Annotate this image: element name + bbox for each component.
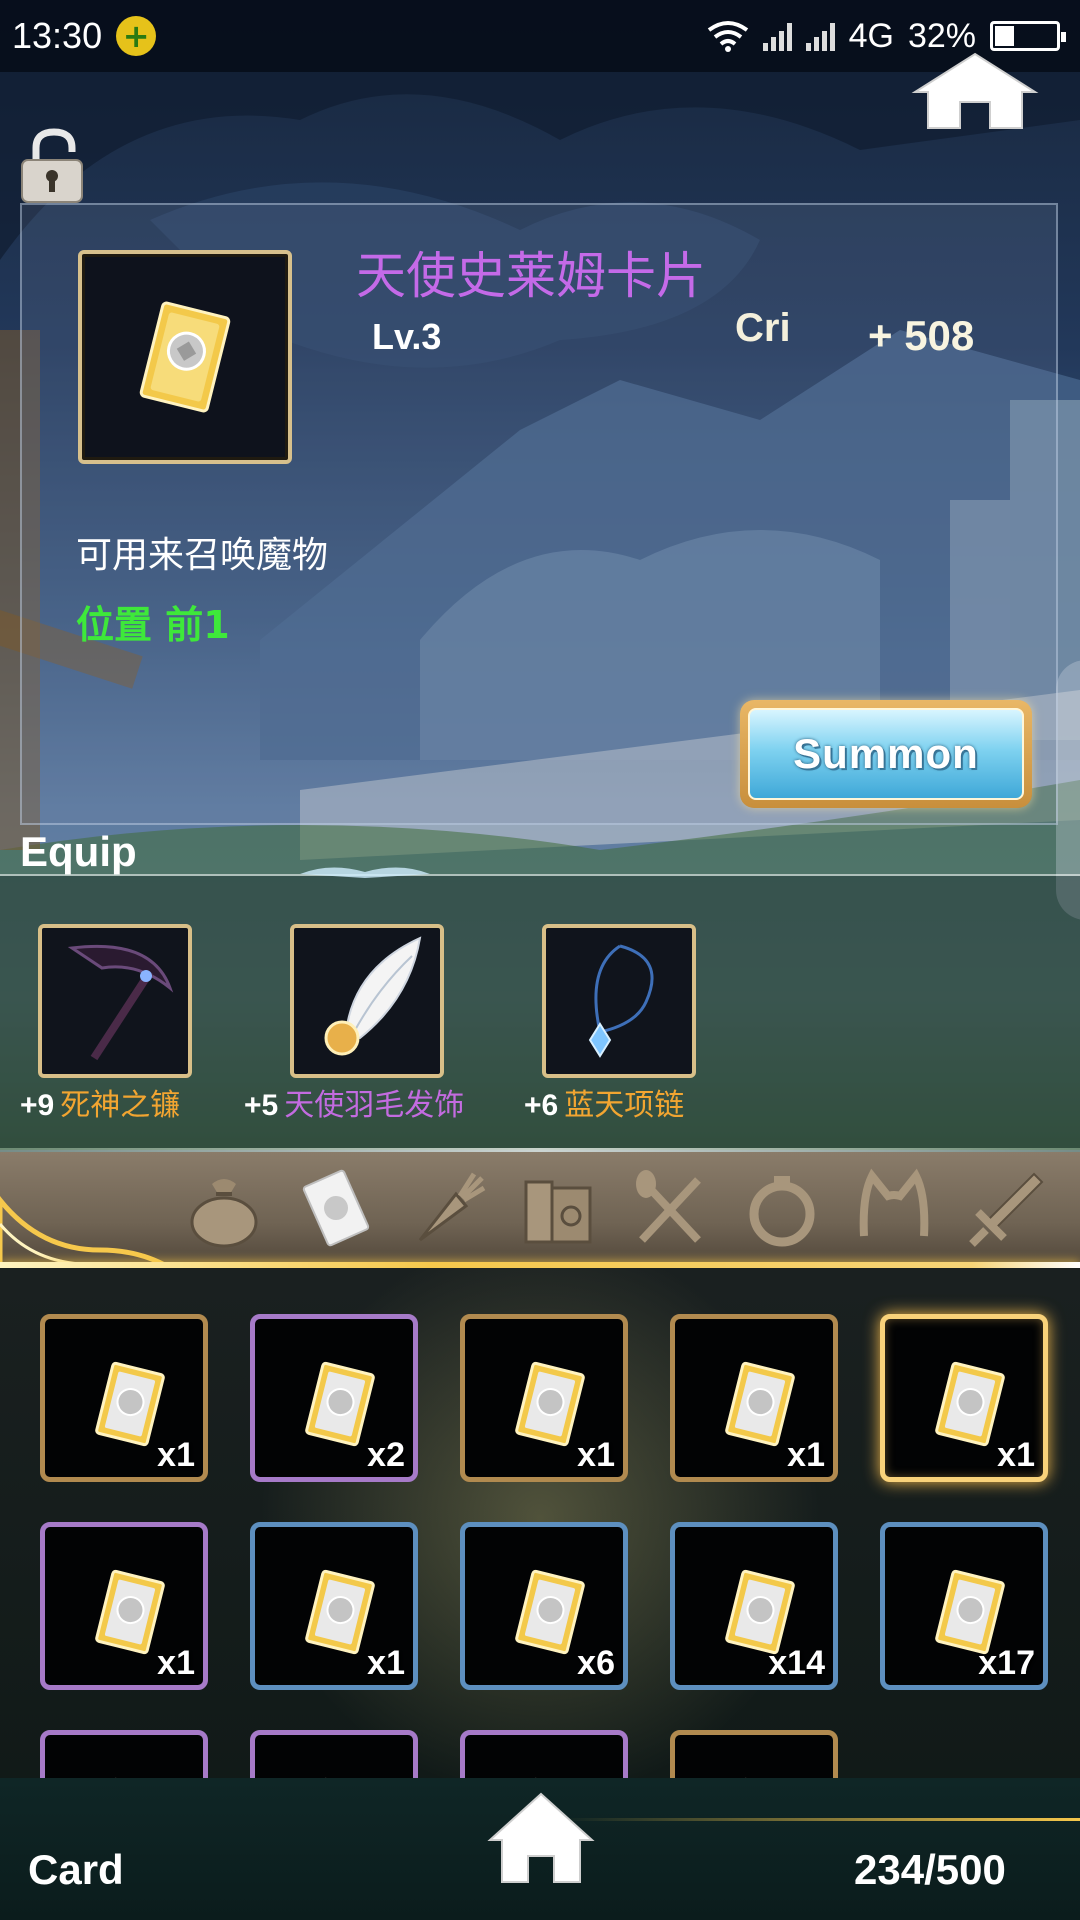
wifi-icon bbox=[707, 21, 748, 52]
inventory-slot[interactable] bbox=[250, 1730, 418, 1778]
equip-name: 天使羽毛发饰 bbox=[284, 1088, 465, 1123]
inventory-slot[interactable]: x1 bbox=[670, 1314, 838, 1482]
utensils-icon bbox=[636, 1170, 701, 1243]
inventory-grid: x1 x2 x1 x1 x1 x1 x1 x6 x14 x17 bbox=[0, 1268, 1080, 1778]
inventory-slot[interactable]: x1 bbox=[250, 1522, 418, 1690]
equip-slot-head[interactable] bbox=[290, 924, 444, 1078]
tab-card[interactable] bbox=[294, 1166, 378, 1250]
angel-feather-icon bbox=[324, 936, 422, 1056]
item-quantity: x1 bbox=[367, 1644, 405, 1682]
item-quantity: x1 bbox=[997, 1436, 1035, 1474]
equip-plus: +5 bbox=[244, 1089, 279, 1122]
card-icon bbox=[935, 1359, 1005, 1453]
book-icon bbox=[524, 1180, 592, 1244]
item-position: 位置 前1 bbox=[76, 603, 230, 647]
inventory-slot[interactable] bbox=[40, 1730, 208, 1778]
equip-label-head: +5 天使羽毛发饰 bbox=[244, 1080, 464, 1124]
item-quantity: x1 bbox=[577, 1436, 615, 1474]
tab-utensils[interactable] bbox=[628, 1166, 712, 1250]
inventory-slot[interactable]: x17 bbox=[880, 1522, 1048, 1690]
card-icon bbox=[515, 1359, 585, 1453]
item-quantity: x1 bbox=[787, 1436, 825, 1474]
signal-icon-2 bbox=[805, 21, 835, 51]
stat-value: + 508 bbox=[868, 312, 975, 359]
app-notification-icon: + bbox=[116, 16, 157, 56]
inventory-category-label: Card bbox=[28, 1846, 124, 1893]
tab-ring[interactable] bbox=[740, 1166, 824, 1250]
inventory-slot[interactable]: x1 bbox=[460, 1314, 628, 1482]
summon-button-label: Summon bbox=[793, 730, 979, 777]
cat-ears-icon bbox=[859, 1168, 929, 1237]
inventory-slot[interactable]: x6 bbox=[460, 1522, 628, 1690]
equip-slot-neck[interactable] bbox=[542, 924, 696, 1078]
summon-button[interactable]: Summon bbox=[740, 700, 1032, 808]
card-icon bbox=[515, 1567, 585, 1661]
item-level: Lv.3 bbox=[372, 316, 442, 357]
equip-divider bbox=[0, 874, 1080, 876]
equip-label-weapon: +9 死神之镰 bbox=[20, 1080, 180, 1124]
inventory-slot[interactable]: x1 bbox=[40, 1314, 208, 1482]
card-icon bbox=[139, 301, 231, 413]
item-name: 天使史莱姆卡片 bbox=[356, 247, 706, 305]
carrot-icon bbox=[418, 1172, 486, 1242]
tab-food[interactable] bbox=[404, 1166, 488, 1250]
tab-bag[interactable] bbox=[182, 1166, 266, 1250]
ring-icon bbox=[749, 1176, 815, 1247]
item-quantity: x14 bbox=[768, 1644, 825, 1682]
inventory-slot[interactable] bbox=[670, 1730, 838, 1778]
unlock-icon[interactable] bbox=[20, 128, 84, 204]
equip-plus: +6 bbox=[524, 1089, 559, 1122]
equip-name: 蓝天项链 bbox=[564, 1088, 685, 1123]
signal-icon bbox=[762, 21, 792, 51]
equip-slot-weapon[interactable] bbox=[38, 924, 192, 1078]
sword-icon bbox=[969, 1172, 1044, 1247]
card-icon bbox=[302, 1169, 370, 1247]
necklace-icon bbox=[588, 944, 654, 1058]
card-icon bbox=[305, 1359, 375, 1453]
card-icon bbox=[725, 1359, 795, 1453]
equip-label-neck: +6 蓝天项链 bbox=[524, 1080, 684, 1124]
card-icon bbox=[305, 1567, 375, 1661]
tab-books[interactable] bbox=[516, 1166, 600, 1250]
footer-gold-line bbox=[560, 1818, 1080, 1821]
inventory-slot[interactable]: x14 bbox=[670, 1522, 838, 1690]
inventory-slot[interactable]: x1 bbox=[880, 1314, 1048, 1482]
stat-name: Cri bbox=[735, 306, 791, 350]
tab-weapon[interactable] bbox=[964, 1166, 1048, 1250]
card-icon bbox=[95, 1567, 165, 1661]
item-quantity: x17 bbox=[978, 1644, 1035, 1682]
item-quantity: x6 bbox=[577, 1644, 615, 1682]
status-time: 13:30 bbox=[12, 15, 103, 56]
ornament-wave-icon bbox=[0, 1195, 170, 1270]
scythe-icon bbox=[67, 944, 174, 1061]
equip-title: Equip bbox=[20, 828, 137, 875]
network-type: 4G bbox=[848, 16, 894, 55]
inventory-count: 234/500 bbox=[854, 1846, 1006, 1893]
item-quantity: x1 bbox=[157, 1644, 195, 1682]
ornament-icon bbox=[300, 867, 430, 878]
home-button-icon[interactable] bbox=[486, 1790, 596, 1886]
item-quantity: x1 bbox=[157, 1436, 195, 1474]
home-icon[interactable] bbox=[910, 50, 1040, 130]
tab-headwear[interactable] bbox=[852, 1166, 936, 1250]
inventory-slot[interactable]: x1 bbox=[40, 1522, 208, 1690]
item-description: 可用来召唤魔物 bbox=[76, 535, 329, 576]
inventory-slot[interactable] bbox=[460, 1730, 628, 1778]
equip-name: 死神之镰 bbox=[60, 1088, 181, 1123]
battery-icon bbox=[990, 21, 1066, 51]
item-quantity: x2 bbox=[367, 1436, 405, 1474]
card-icon bbox=[95, 1359, 165, 1453]
item-icon-frame bbox=[78, 250, 292, 464]
inventory-slot[interactable]: x2 bbox=[250, 1314, 418, 1482]
equip-plus: +9 bbox=[20, 1089, 55, 1122]
bag-icon bbox=[190, 1179, 258, 1248]
